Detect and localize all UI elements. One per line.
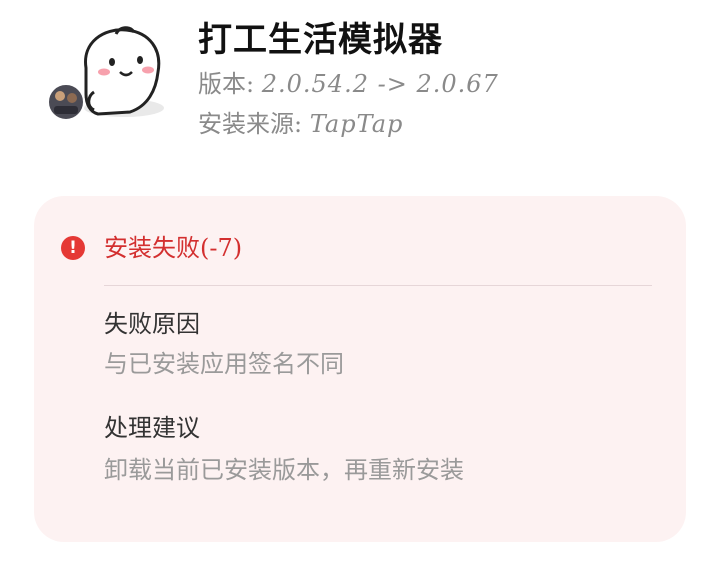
install-source-info: 安装来源: TapTap bbox=[198, 104, 403, 139]
cartoon-blob-icon bbox=[47, 26, 164, 121]
failure-reason-heading: 失败原因 bbox=[104, 310, 200, 338]
install-error-card: ! 安装失败(-7) 失败原因 与已安装应用签名不同 处理建议 卸载当前已安装版… bbox=[34, 196, 686, 542]
version-value: 2.0.54.2 -> 2.0.67 bbox=[261, 70, 499, 98]
divider bbox=[104, 285, 652, 286]
app-title: 打工生活模拟器 bbox=[198, 20, 443, 60]
version-label: 版本: bbox=[198, 70, 255, 98]
install-source-label: 安装来源: bbox=[198, 110, 303, 138]
version-info: 版本: 2.0.54.2 -> 2.0.67 bbox=[198, 64, 499, 99]
failure-reason-text: 与已安装应用签名不同 bbox=[104, 350, 344, 378]
error-icon: ! bbox=[61, 236, 85, 260]
install-source-value: TapTap bbox=[309, 110, 404, 138]
suggestion-text: 卸载当前已安装版本，再重新安装 bbox=[104, 456, 464, 484]
app-icon bbox=[46, 20, 168, 124]
error-title: 安装失败(-7) bbox=[104, 234, 243, 262]
suggestion-heading: 处理建议 bbox=[104, 414, 200, 442]
